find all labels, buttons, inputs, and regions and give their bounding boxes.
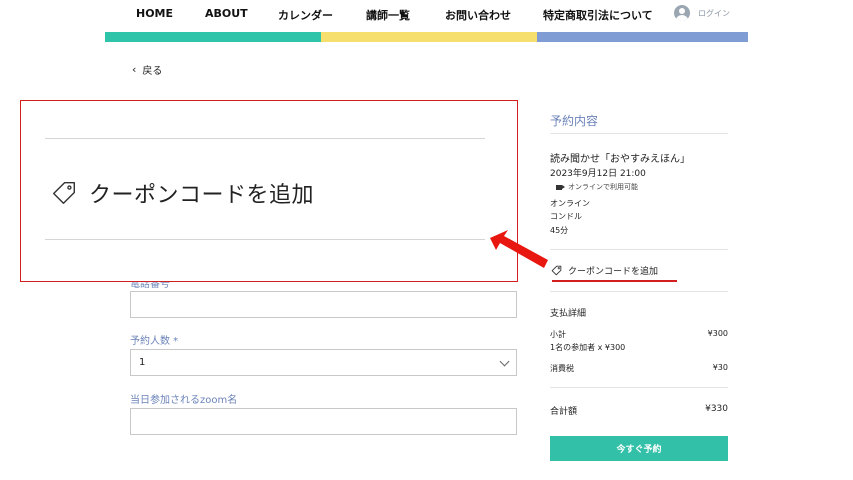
header-stripe-green xyxy=(105,32,321,42)
subtotal-value: ¥300 xyxy=(707,329,728,338)
tag-icon xyxy=(551,265,562,276)
divider xyxy=(550,291,728,292)
total-value: ¥330 xyxy=(705,404,728,414)
coupon-zoom-callout: クーポンコードを追加 xyxy=(20,100,518,282)
zoom-name-input[interactable] xyxy=(130,408,517,435)
coupon-zoom-label: クーポンコードを追加 xyxy=(89,183,315,208)
add-coupon-link[interactable]: クーポンコードを追加 xyxy=(551,264,658,277)
avatar-icon xyxy=(674,5,690,21)
event-duration: 45分 xyxy=(550,226,569,235)
divider xyxy=(550,249,728,250)
book-now-button[interactable]: 今すぐ予約 xyxy=(550,436,728,461)
count-select-value: 1 xyxy=(139,357,146,368)
chevron-left-icon: ‹ xyxy=(132,63,137,76)
payment-title: 支払詳細 xyxy=(550,309,587,319)
nav-calendar[interactable]: カレンダー xyxy=(278,7,333,23)
online-badge-label: オンラインで利用可能 xyxy=(568,183,638,191)
nav-home[interactable]: HOME xyxy=(136,7,173,20)
nav-teachers[interactable]: 講師一覧 xyxy=(366,7,410,23)
add-coupon-label: クーポンコードを追加 xyxy=(568,267,659,277)
divider xyxy=(550,387,728,388)
event-mode: オンライン xyxy=(550,199,590,208)
header-stripe-blue xyxy=(537,32,748,42)
count-select[interactable]: 1 xyxy=(130,349,517,376)
top-nav: HOME ABOUT カレンダー 講師一覧 お問い合わせ 特定商取引法について … xyxy=(0,0,853,32)
phone-input[interactable] xyxy=(130,291,517,318)
tax-value: ¥30 xyxy=(712,363,728,372)
zoom-name-label: 当日参加されるzoom名 xyxy=(130,395,238,406)
highlight-underline xyxy=(552,280,677,282)
login-label: ログイン xyxy=(698,8,730,18)
subtotal-note: 1名の参加者 x ¥300 xyxy=(550,343,626,352)
video-icon xyxy=(556,184,565,190)
summary-title: 予約内容 xyxy=(550,114,599,128)
online-badge: オンラインで利用可能 xyxy=(556,182,638,192)
chevron-down-icon xyxy=(499,356,510,367)
back-label: 戻る xyxy=(142,66,163,77)
nav-about[interactable]: ABOUT xyxy=(205,7,248,20)
divider xyxy=(45,239,485,240)
divider xyxy=(550,133,728,134)
event-name: 読み聞かせ「おやすみえほん」 xyxy=(550,154,690,165)
nav-legal[interactable]: 特定商取引法について xyxy=(543,7,653,23)
divider xyxy=(45,138,485,139)
login-button[interactable]: ログイン xyxy=(674,5,730,21)
back-link[interactable]: ‹ 戻る xyxy=(132,62,162,77)
pointer-arrow-icon xyxy=(490,230,548,268)
total-label: 合計額 xyxy=(550,407,578,417)
subtotal-label: 小計 xyxy=(550,330,566,339)
nav-contact[interactable]: お問い合わせ xyxy=(445,7,511,23)
coupon-zoom-row: クーポンコードを追加 xyxy=(51,177,314,209)
tag-icon xyxy=(53,182,75,204)
event-staff: コンドル xyxy=(550,212,582,221)
event-datetime: 2023年9月12日 21:00 xyxy=(550,169,646,179)
count-label: 予約人数 * xyxy=(130,336,179,347)
tax-label: 消費税 xyxy=(550,364,574,373)
header-stripe-yellow xyxy=(321,32,537,42)
